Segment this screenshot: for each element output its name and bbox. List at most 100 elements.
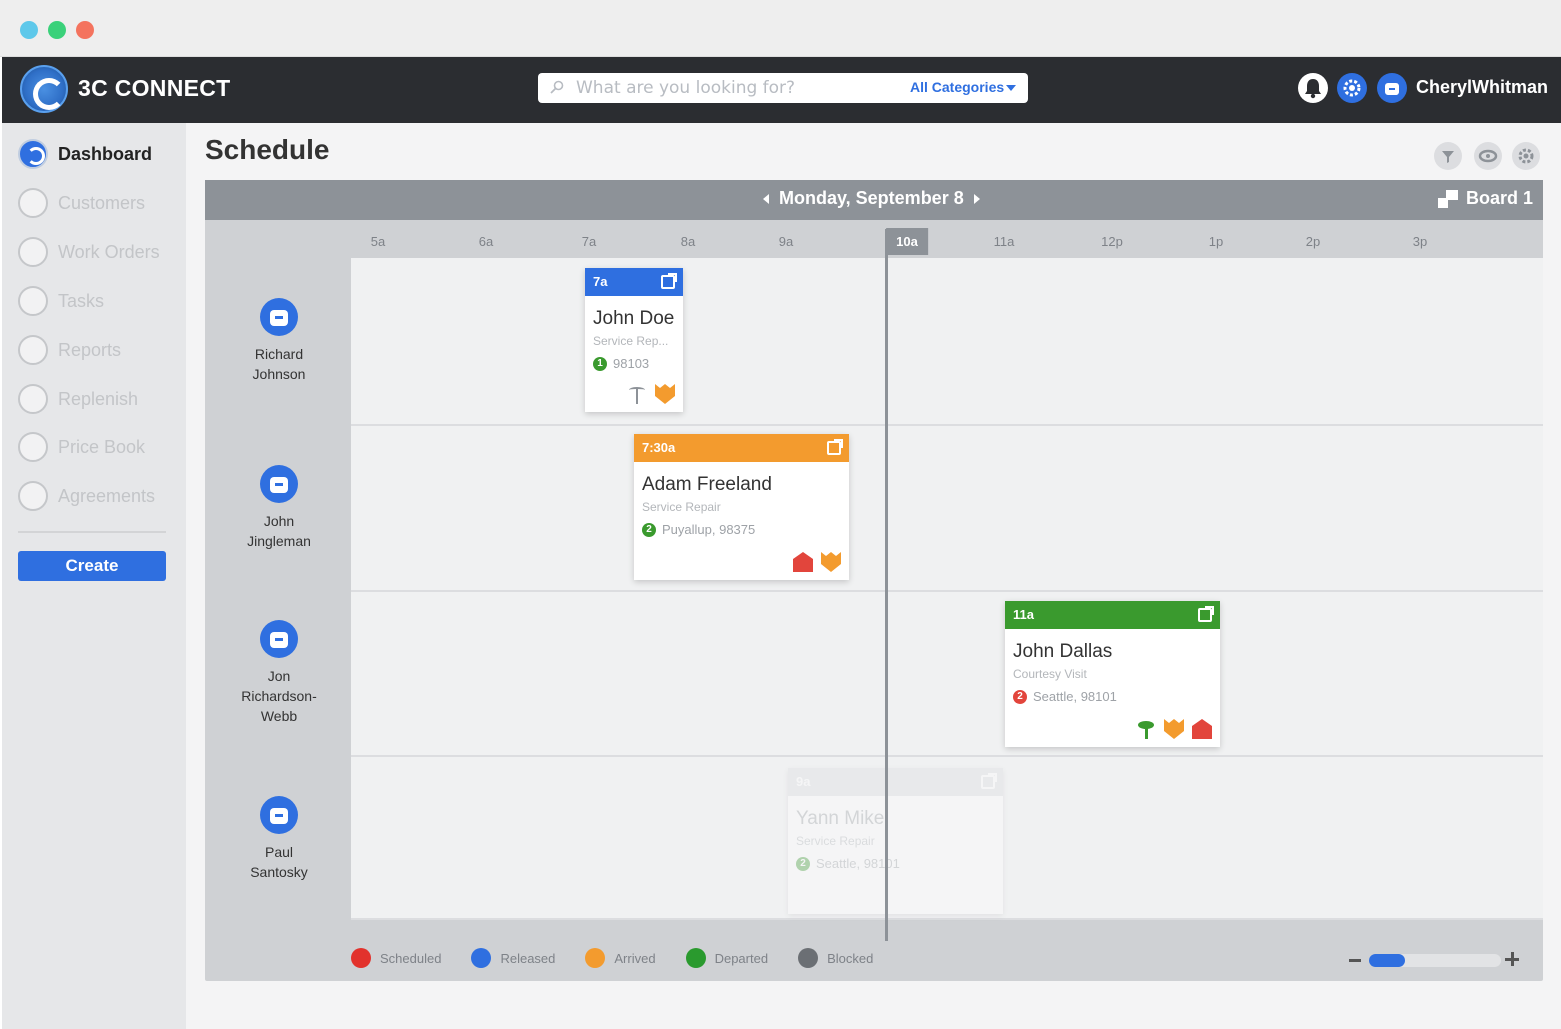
job-customer-name: Adam Freeland: [642, 474, 772, 495]
notification-bell-icon[interactable]: [1298, 73, 1328, 103]
sidebar-item-reports[interactable]: Reports: [18, 333, 183, 367]
job-type: Service Repair: [642, 500, 721, 514]
page-title: Schedule: [205, 134, 330, 165]
job-card[interactable]: 7a John Doe Service Rep... 1 98103: [585, 268, 683, 412]
chevron-down-icon[interactable]: [1006, 85, 1016, 91]
window-close-dot[interactable]: [76, 21, 94, 39]
legend-label: Arrived: [614, 950, 656, 966]
time-tick: 9a: [778, 234, 794, 249]
legend-label: Scheduled: [380, 950, 442, 966]
view-eye-icon[interactable]: [1474, 142, 1502, 170]
prev-day-arrow-icon[interactable]: [763, 193, 769, 204]
time-tick: 8a: [680, 234, 696, 249]
status-dot: [798, 948, 819, 968]
filter-icon[interactable]: [1434, 142, 1462, 170]
technician-name: Jon Richardson- Webb: [241, 668, 317, 724]
sidebar-item-agreements[interactable]: Agreements: [18, 479, 183, 513]
technician-jon-richardson-webb[interactable]: Jon Richardson- Webb: [229, 620, 329, 726]
next-day-arrow-icon[interactable]: [973, 193, 980, 204]
technician-richard-johnson[interactable]: Richard Johnson: [229, 298, 329, 384]
job-card-header: 7a: [585, 268, 683, 296]
job-customer-name: Yann Mikel: [796, 808, 889, 829]
job-icons: [793, 552, 841, 572]
sidebar-item-price-book[interactable]: Price Book: [18, 430, 183, 464]
sidebar-item-label: Dashboard: [58, 143, 153, 164]
status-dot: [685, 948, 706, 968]
technician-avatar-icon: [260, 620, 298, 658]
technician-john-jingleman[interactable]: John Jingleman: [229, 465, 329, 551]
sidebar-item-work-orders[interactable]: Work Orders: [18, 235, 183, 269]
user-avatar-icon[interactable]: [1377, 73, 1407, 103]
job-location: 2 Seattle, 98101: [1005, 681, 1220, 704]
sidebar-item-dashboard[interactable]: Dashboard: [18, 137, 183, 171]
sidebar-item-label: Work Orders: [58, 241, 160, 262]
technician-avatar-icon: [260, 796, 298, 834]
logo-icon[interactable]: [20, 65, 68, 113]
plant-icon: [1136, 719, 1156, 739]
search-input[interactable]: [576, 76, 896, 100]
user-name[interactable]: CherylWhitman: [1416, 77, 1548, 98]
board-icon: [1437, 189, 1458, 208]
status-dot: [585, 948, 606, 968]
external-link-icon[interactable]: [661, 273, 677, 289]
time-tick: 11a: [993, 234, 1015, 249]
search-category-select[interactable]: All Categories: [910, 79, 1004, 95]
job-card[interactable]: 11a John Dallas Courtesy Visit 2 Seattle…: [1005, 601, 1220, 747]
zoom-in-icon[interactable]: [1505, 952, 1519, 966]
lane-divider: [351, 590, 1543, 592]
job-card-header: 9a: [788, 768, 1003, 796]
window-titlebar: [0, 0, 1561, 57]
job-card-blocked[interactable]: 9a Yann Mikel Service Repair 2 Seattle, …: [788, 768, 1003, 914]
job-time: 9a: [796, 774, 811, 789]
house-icon: [793, 552, 813, 572]
zoom-slider[interactable]: [1369, 954, 1501, 967]
sidebar-item-label: Price Book: [58, 436, 146, 457]
external-link-icon[interactable]: [1198, 606, 1214, 622]
job-time: 7:30a: [642, 440, 676, 455]
technician-name: Paul Santosky: [250, 844, 308, 880]
job-type: Service Rep...: [593, 334, 669, 348]
zoom-slider-fill[interactable]: [1369, 954, 1405, 967]
time-tick: 2p: [1305, 234, 1321, 249]
sidebar-item-tasks[interactable]: Tasks: [18, 284, 183, 318]
job-customer-name: John Dallas: [1013, 641, 1113, 662]
technician-avatar-icon: [260, 465, 298, 503]
job-location-text: Puyallup, 98375: [662, 522, 756, 537]
job-card[interactable]: 7:30a Adam Freeland Service Repair 2 Puy…: [634, 434, 849, 580]
job-location-text: 98103: [613, 356, 650, 371]
lane-divider: [351, 755, 1543, 757]
schedule-grid: 7a John Doe Service Rep... 1 98103 7:30a…: [351, 258, 1543, 920]
board-settings-gear-icon[interactable]: [1512, 142, 1540, 170]
job-location: 2 Seattle, 98101: [788, 848, 1003, 871]
current-date[interactable]: Monday, September 8: [779, 188, 964, 209]
list-icon: [18, 237, 48, 267]
status-legend: Scheduled Released Arrived Departed Bloc…: [351, 948, 903, 968]
sidebar-item-replenish[interactable]: Replenish: [18, 382, 183, 416]
technician-avatar-icon: [260, 298, 298, 336]
zoom-out-icon[interactable]: [1349, 959, 1361, 962]
megaphone-icon: [18, 335, 48, 365]
search-icon: [550, 80, 564, 94]
board-selector[interactable]: Board 1: [1437, 188, 1533, 209]
time-tick: 12p: [1101, 234, 1123, 249]
job-location: 2 Puyallup, 98375: [634, 514, 849, 537]
status-dot: [351, 948, 371, 968]
sidebar-item-customers[interactable]: Customers: [18, 186, 183, 220]
external-link-icon[interactable]: [981, 773, 997, 789]
job-count-badge: 2: [642, 522, 656, 537]
window-maximize-dot[interactable]: [48, 21, 66, 39]
external-link-icon[interactable]: [827, 439, 843, 455]
job-icons: [627, 384, 675, 404]
user-icon: [18, 188, 48, 218]
window-minimize-dot[interactable]: [20, 21, 38, 39]
job-count-badge: 2: [796, 856, 810, 871]
job-type: Courtesy Visit: [1013, 667, 1087, 681]
technician-paul-santosky[interactable]: Paul Santosky: [229, 796, 329, 882]
create-button[interactable]: Create: [18, 551, 166, 581]
legend-item-departed: Departed: [685, 948, 768, 968]
legend-item-arrived: Arrived: [585, 948, 656, 968]
job-location: 1 98103: [585, 348, 683, 371]
time-tick: 1p: [1208, 234, 1224, 249]
sidebar-item-label: Reports: [58, 339, 122, 360]
settings-gear-icon[interactable]: [1337, 73, 1367, 103]
